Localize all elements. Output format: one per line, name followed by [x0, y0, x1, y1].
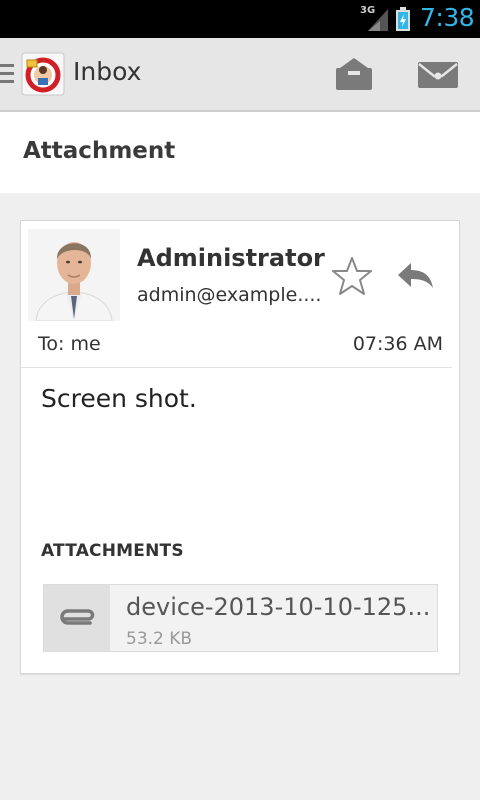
- message-subject: Attachment: [23, 138, 176, 164]
- sender-email: admin@example....: [137, 284, 322, 306]
- attachment-size: 53.2 KB: [126, 629, 193, 649]
- action-bar: Inbox: [0, 38, 480, 112]
- signal-indicator: 3G: [360, 5, 390, 33]
- paperclip-icon: [60, 609, 95, 625]
- action-bar-title: Inbox: [73, 57, 142, 86]
- message-time: 07:36 AM: [352, 333, 443, 355]
- attachment-icon-box: [44, 585, 110, 651]
- sender-avatar[interactable]: [28, 229, 120, 321]
- attachment-name: device-2013-10-10-125...: [126, 593, 431, 621]
- status-clock: 7:38: [420, 3, 475, 32]
- network-type-label: 3G: [360, 5, 376, 16]
- battery-icon: [396, 7, 410, 31]
- star-icon[interactable]: [331, 255, 373, 297]
- app-logo-icon[interactable]: [21, 52, 65, 96]
- attachment-tile[interactable]: device-2013-10-10-125... 53.2 KB: [43, 584, 438, 652]
- mail-icon[interactable]: [416, 54, 460, 94]
- sender-name: Administrator: [137, 244, 325, 272]
- header-divider: [21, 367, 452, 368]
- menu-icon[interactable]: [0, 64, 14, 84]
- message-body: Screen shot.: [41, 384, 197, 413]
- subject-header: Attachment: [0, 112, 480, 193]
- archive-icon[interactable]: [332, 54, 376, 94]
- reply-icon[interactable]: [395, 257, 437, 293]
- message-card: Administrator admin@example.... To: me 0…: [20, 220, 460, 674]
- recipient-line[interactable]: To: me: [38, 333, 101, 355]
- attachments-heading: ATTACHMENTS: [41, 541, 184, 561]
- status-bar: 3G 7:38: [0, 0, 480, 38]
